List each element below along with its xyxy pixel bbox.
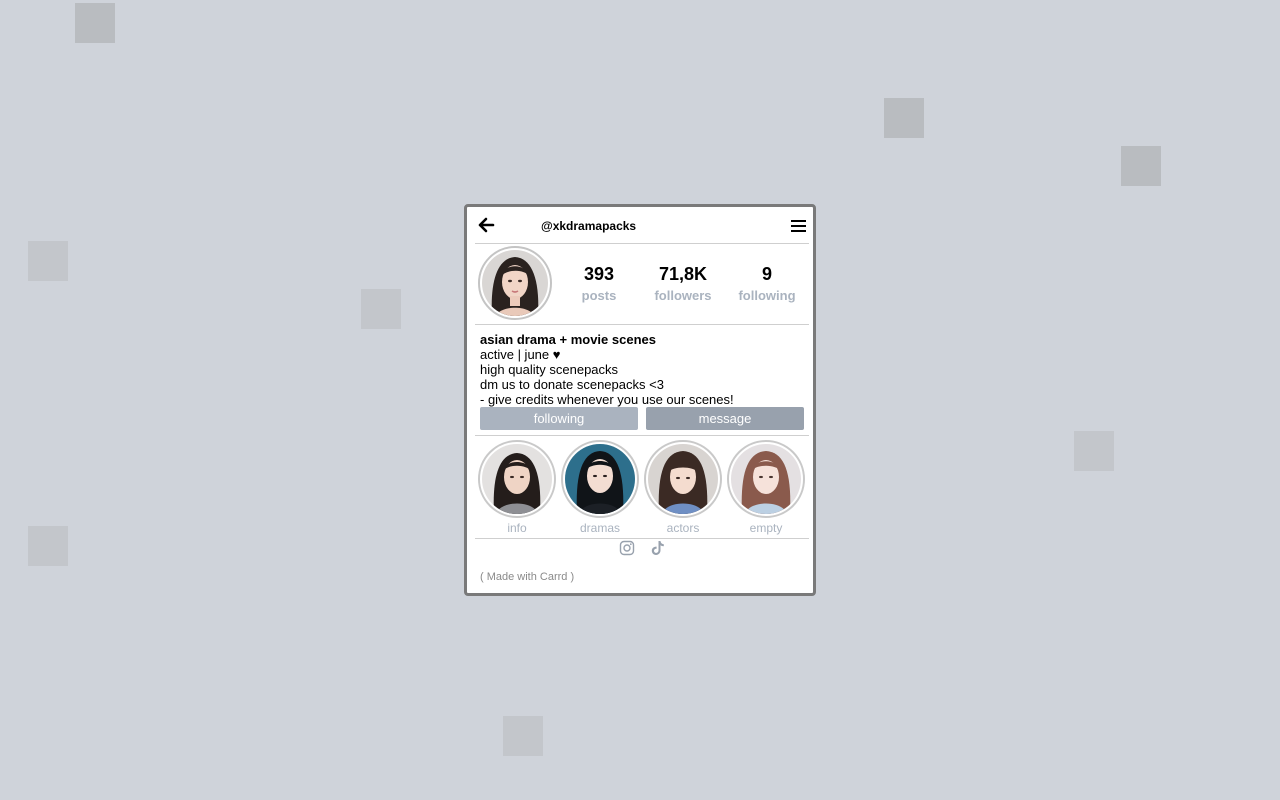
decorative-square	[75, 3, 115, 43]
highlight-photo	[565, 444, 635, 514]
hamburger-menu-icon[interactable]	[791, 220, 806, 232]
decorative-square	[884, 98, 924, 138]
bio-title: asian drama + movie scenes	[480, 332, 656, 347]
divider	[475, 324, 809, 325]
profile-avatar	[478, 246, 552, 320]
highlight-ring	[478, 440, 556, 518]
highlight-label: actors	[666, 521, 700, 535]
bio-line: active | june ♥	[480, 347, 561, 362]
message-button[interactable]: message	[646, 407, 804, 430]
profile-bio: asian drama + movie scenes active | june…	[480, 332, 805, 407]
profile-handle: @xkdramapacks	[541, 219, 637, 233]
bio-line: - give credits whenever you use our scen…	[480, 392, 734, 407]
highlight-label: dramas	[579, 521, 620, 535]
highlight-label: info	[507, 521, 527, 535]
stat-value: 9	[761, 264, 772, 284]
highlight-photo	[648, 444, 718, 514]
profile-stats: 393 posts 71,8K followers 9 following	[557, 263, 809, 309]
tiktok-icon[interactable]	[650, 540, 666, 556]
stat-label: following	[738, 288, 796, 303]
avatar-photo	[482, 250, 548, 316]
instagram-icon[interactable]	[619, 540, 635, 556]
decorative-square	[503, 716, 543, 756]
profile-card: @xkdramapacks 393 posts 71,8K followers …	[464, 204, 816, 596]
stat-value: 71,8K	[658, 264, 708, 284]
stat-followers[interactable]: 71,8K followers	[641, 263, 725, 307]
highlight-ring	[561, 440, 639, 518]
divider	[475, 435, 809, 436]
stat-posts[interactable]: 393 posts	[557, 263, 641, 307]
decorative-square	[1121, 146, 1161, 186]
following-button[interactable]: following	[480, 407, 638, 430]
decorative-square	[361, 289, 401, 329]
stat-following[interactable]: 9 following	[725, 263, 809, 307]
profile-header: @xkdramapacks	[475, 207, 809, 244]
highlight-empty[interactable]: empty	[727, 440, 805, 535]
made-with-carrd-link[interactable]: ( Made with Carrd )	[480, 571, 574, 583]
divider	[475, 538, 809, 539]
highlight-dramas[interactable]: dramas	[561, 440, 639, 535]
stat-value: 393	[583, 264, 615, 284]
stat-label: posts	[581, 288, 617, 303]
stat-label: followers	[654, 288, 712, 303]
highlight-label: empty	[749, 521, 783, 535]
bio-line: dm us to donate scenepacks <3	[480, 377, 664, 392]
highlight-photo	[482, 444, 552, 514]
highlight-ring	[727, 440, 805, 518]
highlight-info[interactable]: info	[478, 440, 556, 535]
decorative-square	[1074, 431, 1114, 471]
decorative-square	[28, 241, 68, 281]
highlight-photo	[731, 444, 801, 514]
highlight-actors[interactable]: actors	[644, 440, 722, 535]
highlight-ring	[644, 440, 722, 518]
back-arrow-icon[interactable]	[477, 216, 495, 234]
bio-line: high quality scenepacks	[480, 362, 619, 377]
decorative-square	[28, 526, 68, 566]
